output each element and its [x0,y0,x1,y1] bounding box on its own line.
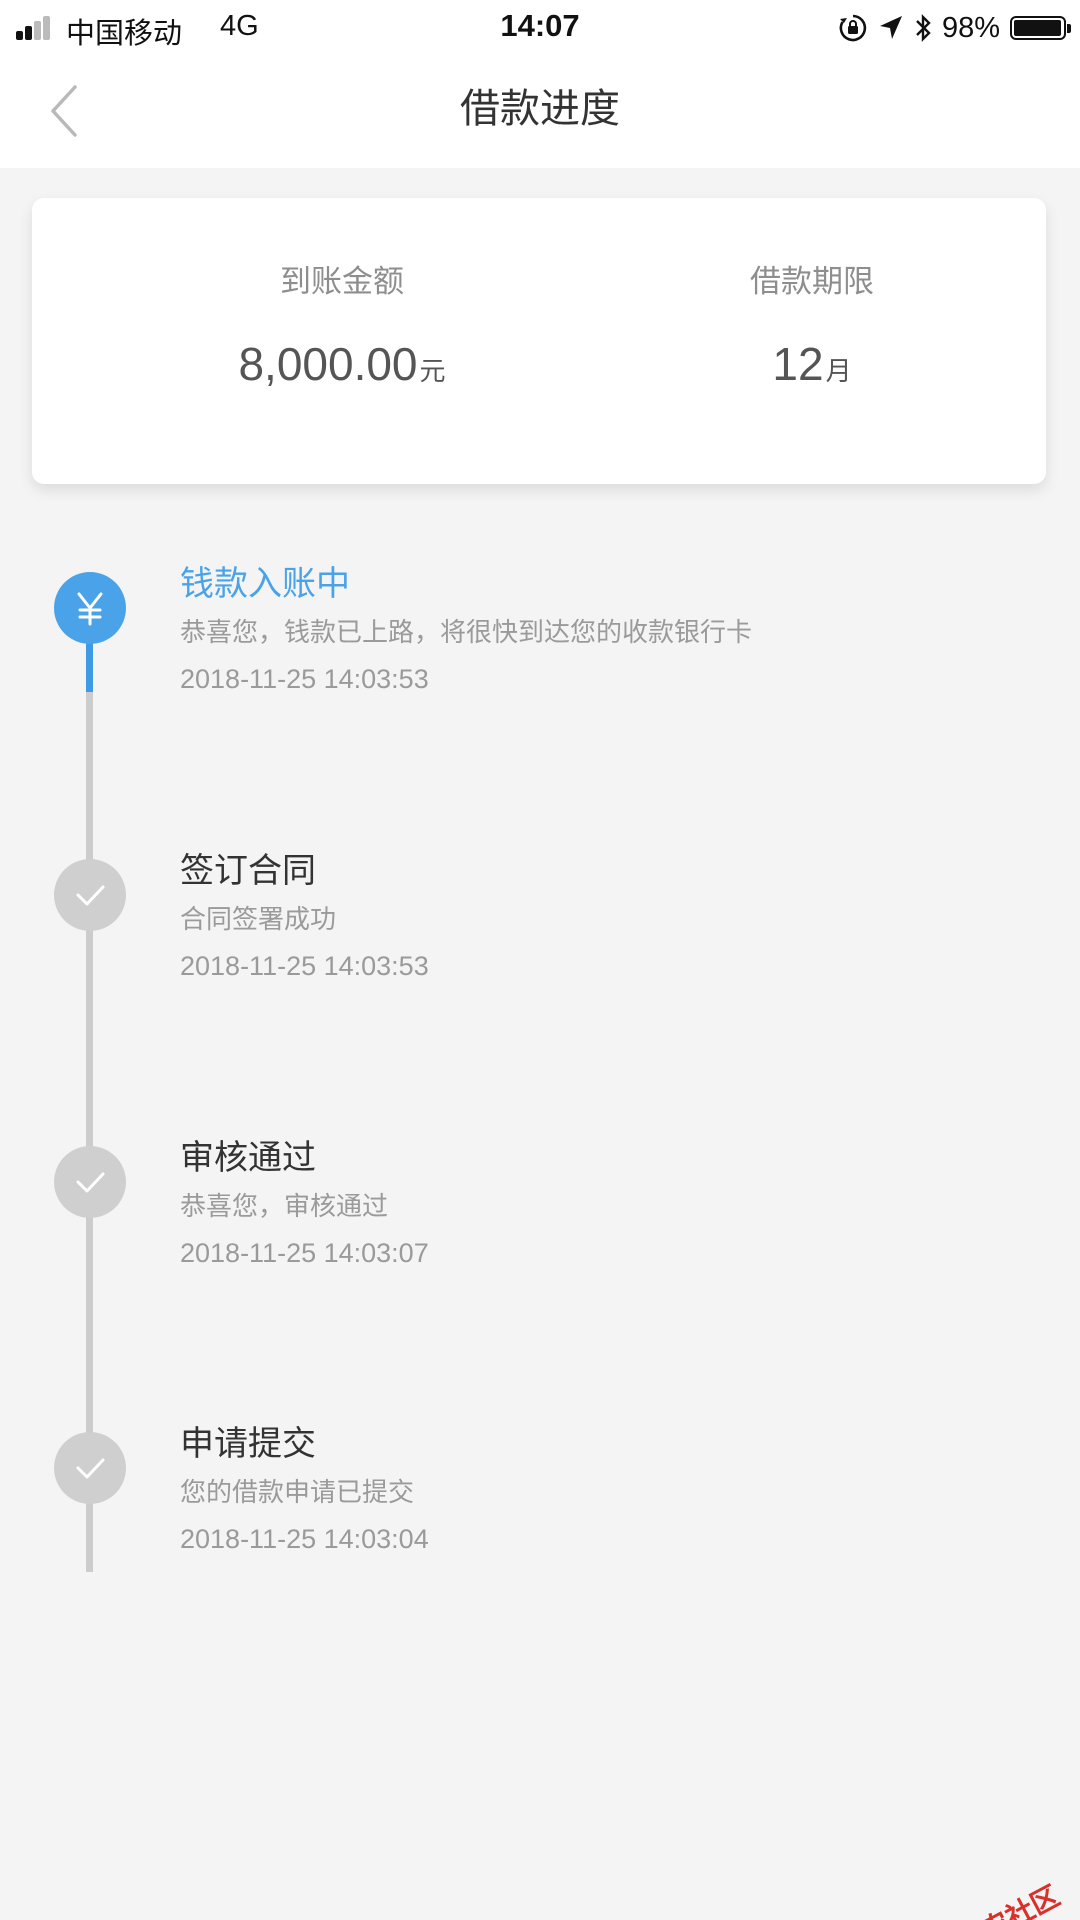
step-timestamp: 2018-11-25 14:03:53 [180,951,429,981]
status-bar: 中国移动 4G 14:07 98% [0,0,1080,56]
step-title: 钱款入账中 [180,564,350,604]
step-timestamp: 2018-11-25 14:03:04 [180,1524,429,1554]
step-title: 申请提交 [180,1424,316,1464]
amount-value: 8,000.00元 [172,337,512,391]
loan-summary-card: 到账金额 8,000.00元 借款期限 12月 [32,198,1046,484]
step-timestamp: 2018-11-25 14:03:07 [180,1238,429,1268]
step-text: 申请提交 您的借款申请已提交 2018-11-25 14:03:04 [180,1420,1040,1556]
battery-nub [1067,24,1071,33]
location-arrow-icon [879,16,902,39]
term-unit: 月 [825,357,852,387]
step-text: 钱款入账中 恭喜您，钱款已上路，将很快到达您的收款银行卡 2018-11-25 … [180,560,1040,696]
term-value: 12月 [632,337,992,391]
timeline-step-application-submitted: 申请提交 您的借款申请已提交 2018-11-25 14:03:04 [0,1420,1080,1600]
timeline-step-contract-signed: 签订合同 合同签署成功 2018-11-25 14:03:53 [0,847,1080,1027]
watermark: 卡农社区 [918,1875,1066,1920]
bluetooth-icon [916,14,931,42]
step-title: 签订合同 [180,851,316,891]
amount-unit: 元 [419,357,446,387]
timeline-dot-active [54,572,126,644]
battery-fill [1014,20,1062,36]
battery-icon [1010,16,1071,40]
progress-timeline: 钱款入账中 恭喜您，钱款已上路，将很快到达您的收款银行卡 2018-11-25 … [0,560,1080,1572]
step-description: 恭喜您，钱款已上路，将很快到达您的收款银行卡 [180,618,753,648]
timeline-dot-done [54,859,126,931]
yuan-icon [77,592,103,626]
check-icon [76,1172,105,1193]
watermark-text: 卡农社区 [950,1879,1066,1920]
term-number: 12 [772,338,824,390]
timeline-step-review-passed: 审核通过 恭喜您，审核通过 2018-11-25 14:03:07 [0,1134,1080,1314]
step-description: 恭喜您，审核通过 [180,1192,389,1222]
loan-progress-screen: 中国移动 4G 14:07 98% 借款进度 到账金额 8,000.00元 借款… [0,0,1080,1920]
orientation-lock-icon [839,14,867,42]
step-timestamp: 2018-11-25 14:03:53 [180,664,429,694]
nav-bar: 借款进度 [0,56,1080,168]
timeline-step-funds-arriving: 钱款入账中 恭喜您，钱款已上路，将很快到达您的收款银行卡 2018-11-25 … [0,560,1080,740]
timeline-dot-done [54,1146,126,1218]
term-label: 借款期限 [750,264,874,300]
status-indicators: 98% [838,8,1071,48]
step-text: 审核通过 恭喜您，审核通过 2018-11-25 14:03:07 [180,1134,1040,1270]
check-icon [76,885,105,906]
battery-percent: 98% [941,11,1000,44]
term-column: 借款期限 12月 [632,256,992,391]
timeline-dot-done [54,1432,126,1504]
page-title: 借款进度 [460,86,620,132]
check-icon [76,1458,105,1479]
step-description: 您的借款申请已提交 [180,1478,415,1508]
step-title: 审核通过 [180,1138,316,1178]
amount-label: 到账金额 [280,264,404,300]
amount-column: 到账金额 8,000.00元 [172,256,512,391]
amount-number: 8,000.00 [238,338,418,390]
step-text: 签订合同 合同签署成功 2018-11-25 14:03:53 [180,847,1040,983]
step-description: 合同签署成功 [180,905,337,935]
